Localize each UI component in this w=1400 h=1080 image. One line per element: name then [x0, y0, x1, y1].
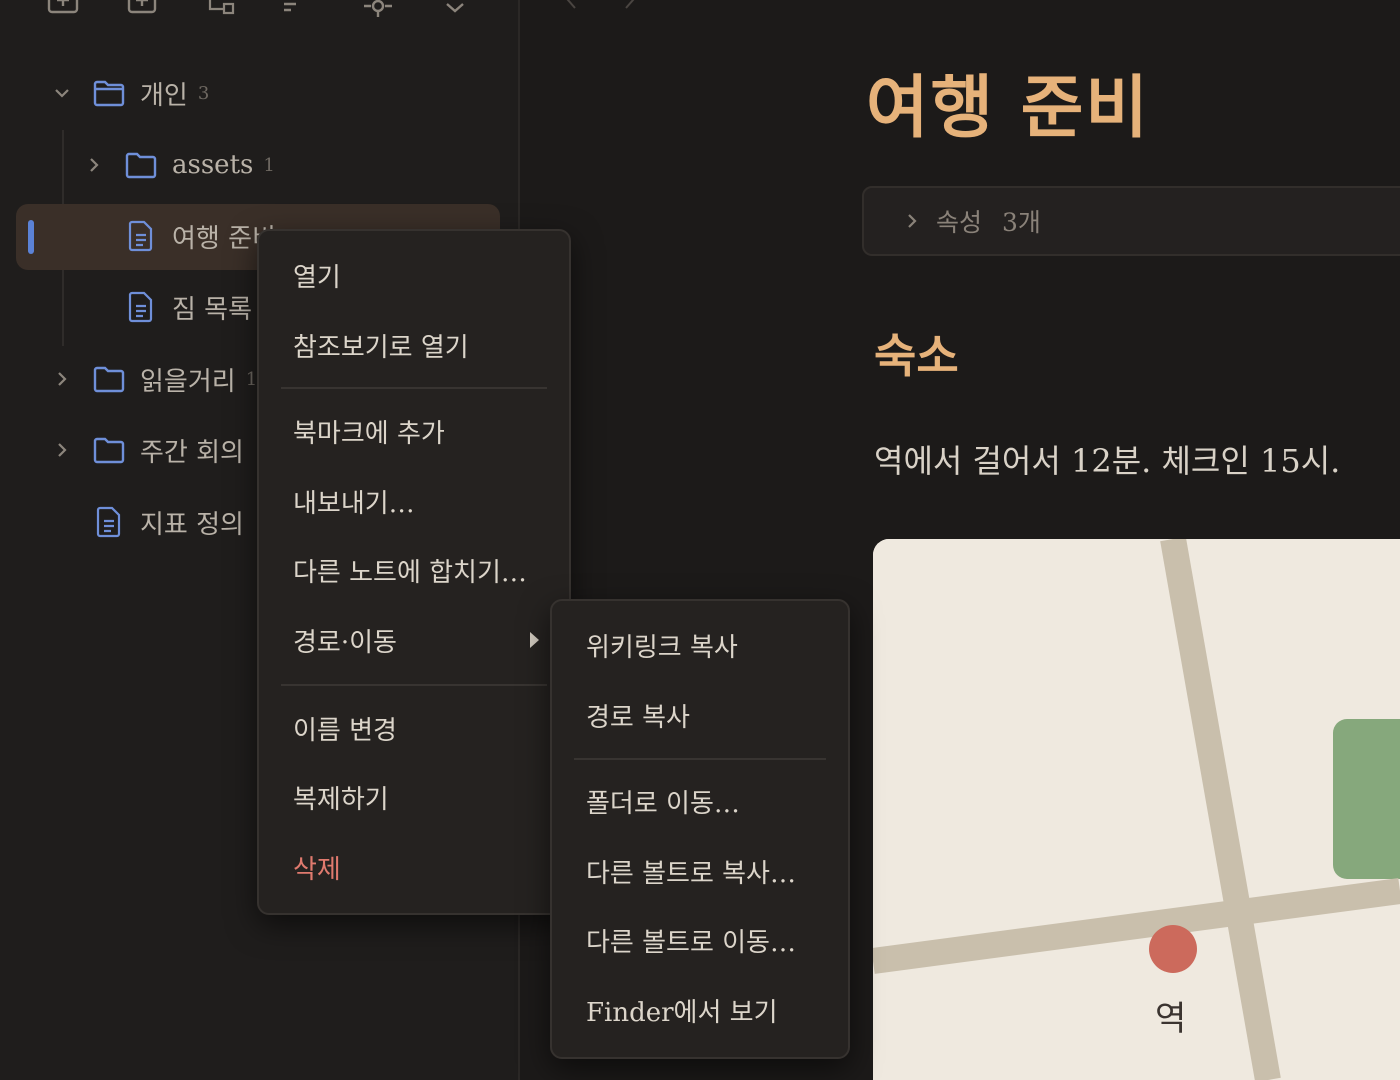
- section-heading: 숙소: [874, 329, 959, 383]
- folder-icon: [124, 148, 158, 182]
- path-move-submenu: 위키링크 복사 경로 복사 폴더로 이동… 다른 볼트로 복사… 다른 볼트로 …: [550, 599, 850, 1059]
- properties-count: 3개: [1002, 208, 1041, 237]
- new-note-icon[interactable]: [45, 0, 81, 20]
- tree-count: 1: [245, 368, 258, 390]
- folder-icon: [92, 362, 126, 396]
- chevron-down-icon[interactable]: [52, 83, 72, 103]
- menu-item-export[interactable]: 내보내기…: [259, 473, 569, 529]
- menu-item-open[interactable]: 열기: [259, 247, 569, 303]
- collapse-icon[interactable]: [360, 0, 396, 20]
- folder-icon: [92, 76, 126, 110]
- tree-label: 개인: [140, 80, 188, 111]
- chevron-right-icon[interactable]: [52, 440, 72, 460]
- new-folder-icon[interactable]: [124, 0, 160, 20]
- properties-label: 속성: [936, 208, 983, 237]
- nav-arrows: [560, 0, 669, 16]
- menu-item-move-folder[interactable]: 폴더로 이동…: [552, 773, 848, 829]
- tree-count: 3: [197, 82, 210, 104]
- properties-panel[interactable]: 속성 3개: [862, 186, 1400, 256]
- note-title[interactable]: 여행 준비: [866, 52, 1150, 151]
- menu-item-rename[interactable]: 이름 변경: [259, 700, 569, 756]
- tree-label: assets: [172, 150, 254, 180]
- note-paragraph: 역에서 걸어서 12분. 체크인 15시.: [874, 442, 1341, 480]
- tree-note-metrics[interactable]: 지표 정의: [92, 497, 244, 547]
- menu-item-path-move[interactable]: 경로·이동: [259, 612, 569, 668]
- folder-icon: [92, 433, 126, 467]
- menu-item-show-finder[interactable]: Finder에서 보기: [552, 982, 848, 1038]
- file-context-menu: 열기 참조보기로 열기 북마크에 추가 내보내기… 다른 노트에 합치기… 경로…: [257, 229, 571, 915]
- menu-item-duplicate[interactable]: 복제하기: [259, 769, 569, 825]
- menu-item-move-vault[interactable]: 다른 볼트로 이동…: [552, 912, 848, 968]
- map-station-label: 역: [1155, 999, 1187, 1039]
- document-icon: [124, 219, 158, 253]
- tree-label: 읽을거리: [140, 366, 236, 397]
- tree-folder-reading[interactable]: 읽을거리 1: [52, 354, 257, 404]
- tree-folder-personal[interactable]: 개인 3: [52, 68, 209, 118]
- tree-label: 짐 목록: [172, 294, 253, 325]
- tree-folder-assets[interactable]: assets 1: [84, 140, 275, 190]
- chevron-right-icon[interactable]: [52, 369, 72, 389]
- menu-separator: [281, 684, 547, 686]
- document-icon: [92, 505, 126, 539]
- menu-separator: [281, 387, 547, 389]
- menu-item-merge[interactable]: 다른 노트에 합치기…: [259, 542, 569, 598]
- document-icon: [124, 290, 158, 324]
- back-arrow-icon[interactable]: [560, 0, 584, 12]
- forward-arrow-icon[interactable]: [617, 0, 641, 12]
- chevron-down-icon[interactable]: [437, 0, 473, 20]
- file-explorer-toolbar: [0, 0, 518, 24]
- tree-label: 주간 회의: [140, 437, 244, 468]
- menu-separator: [574, 758, 826, 760]
- active-indicator: [28, 220, 34, 254]
- menu-item-copy-path[interactable]: 경로 복사: [552, 687, 848, 743]
- menu-item-add-bookmark[interactable]: 북마크에 추가: [259, 403, 569, 459]
- submenu-arrow-icon: [530, 632, 539, 648]
- tree-label: 지표 정의: [140, 509, 244, 540]
- tree-note-packing[interactable]: 짐 목록: [124, 282, 252, 332]
- hierarchy-icon[interactable]: [202, 0, 238, 20]
- embedded-map-image: 역: [873, 539, 1400, 1080]
- sort-icon[interactable]: [275, 0, 311, 20]
- tree-folder-weekly[interactable]: 주간 회의: [52, 425, 244, 475]
- menu-item-label: 경로·이동: [293, 627, 397, 658]
- chevron-right-icon[interactable]: [84, 155, 104, 175]
- menu-item-copy-vault[interactable]: 다른 볼트로 복사…: [552, 843, 848, 899]
- chevron-right-icon[interactable]: [902, 211, 922, 231]
- tree-note-trip[interactable]: 여행 준비: [124, 211, 276, 261]
- tree-count: 1: [263, 154, 275, 176]
- menu-item-delete[interactable]: 삭제: [259, 839, 569, 895]
- menu-item-copy-wikilink[interactable]: 위키링크 복사: [552, 617, 848, 673]
- menu-item-open-reference[interactable]: 참조보기로 열기: [259, 317, 569, 373]
